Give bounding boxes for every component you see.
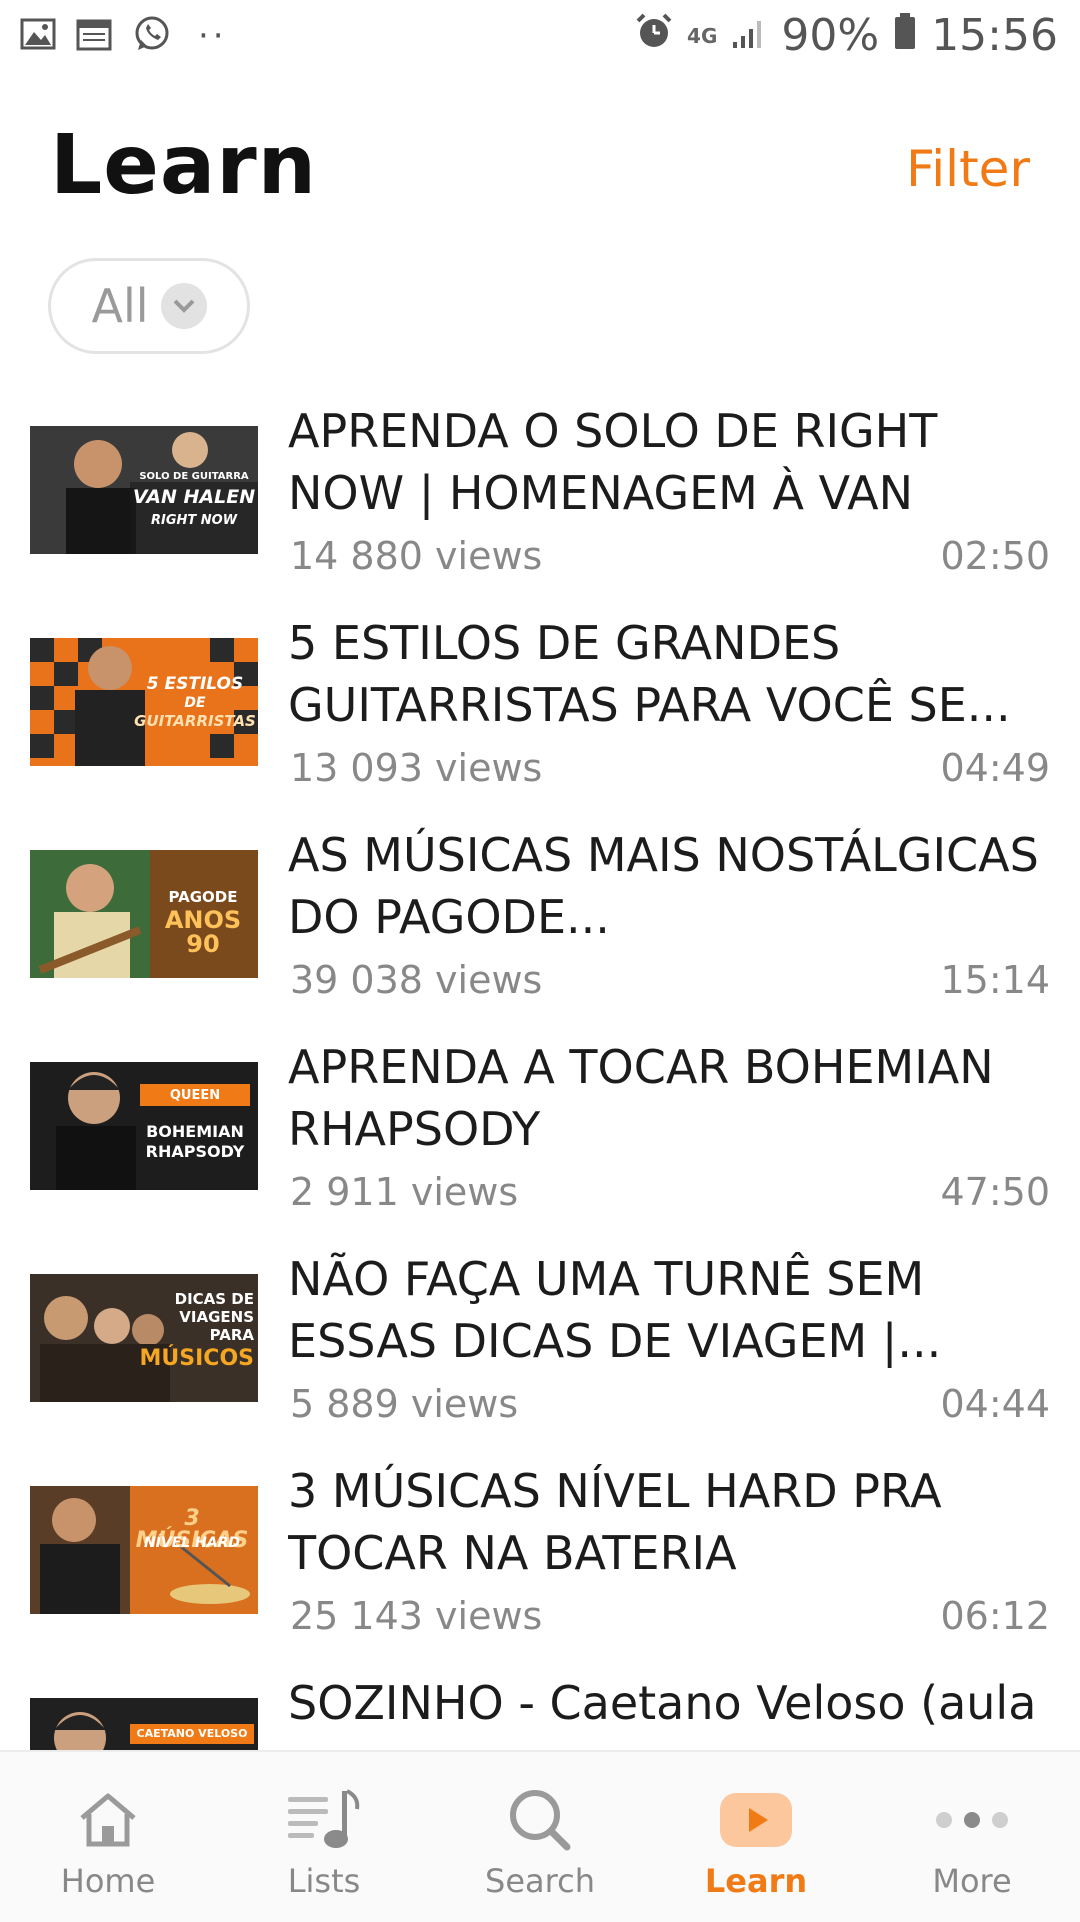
thumbnail-text: SOLO DE GUITARRA xyxy=(139,471,249,482)
nav-label: Learn xyxy=(704,1862,808,1900)
nav-label: Lists xyxy=(287,1862,361,1900)
status-bar-system: 4G 90% 15:56 xyxy=(635,10,1058,61)
thumbnail-text: DE xyxy=(184,695,206,711)
video-thumbnail: QUEEN BOHEMIAN RHAPSODY xyxy=(30,1062,258,1190)
search-icon xyxy=(432,1780,648,1860)
thumbnail-text: DICAS DE xyxy=(174,1290,254,1308)
video-list-item[interactable]: QUEEN BOHEMIAN RHAPSODY APRENDA A TOCAR … xyxy=(0,1036,1080,1248)
video-list-item[interactable]: 3 MÚSICAS NÍVEL HARD 3 MÚSICAS NÍVEL HAR… xyxy=(0,1460,1080,1672)
status-bar: ·· 4G 90% 15:56 xyxy=(0,0,1080,72)
video-thumbnail: CAETANO VELOSO xyxy=(30,1698,258,1750)
more-dots-icon xyxy=(864,1780,1080,1860)
video-title: NÃO FAÇA UMA TURNÊ SEM ESSAS DICAS DE VI… xyxy=(288,1252,942,1368)
video-thumbnail: SOLO DE GUITARRA VAN HALEN RIGHT NOW xyxy=(30,426,258,554)
play-icon xyxy=(648,1780,864,1860)
thumbnail-text: VAN HALEN xyxy=(132,486,256,508)
thumbnail-text: VIAGENS xyxy=(179,1308,254,1326)
video-list-item[interactable]: PAGODE ANOS 90 AS MÚSICAS MAIS NOSTÁLGIC… xyxy=(0,824,1080,1036)
video-views: 13 093 views xyxy=(290,746,543,790)
whatsapp-icon xyxy=(132,14,172,58)
chevron-down-icon xyxy=(160,283,207,329)
thumbnail-text: RIGHT NOW xyxy=(150,513,238,528)
thumbnail-text: BOHEMIAN xyxy=(146,1122,244,1141)
video-duration: 47:50 xyxy=(940,1170,1050,1214)
video-thumbnail: DICAS DE VIAGENS PARA MÚSICOS xyxy=(30,1274,258,1402)
thumbnail-text: MÚSICOS xyxy=(139,1346,254,1371)
filter-button[interactable]: Filter xyxy=(906,140,1030,198)
thumbnail-text: QUEEN xyxy=(169,1088,221,1103)
thumbnail-text: PARA xyxy=(209,1326,254,1344)
category-dropdown-label: All xyxy=(91,279,149,333)
thumbnail-text: PAGODE xyxy=(168,888,238,906)
video-duration: 04:44 xyxy=(940,1382,1050,1426)
video-views: 25 143 views xyxy=(290,1594,543,1638)
video-list[interactable]: SOLO DE GUITARRA VAN HALEN RIGHT NOW APR… xyxy=(0,400,1080,1750)
thumbnail-text: NÍVEL HARD xyxy=(143,1535,241,1551)
battery-percent: 90% xyxy=(781,10,880,61)
calendar-icon xyxy=(76,17,112,55)
category-dropdown[interactable]: All xyxy=(48,258,250,354)
video-title: AS MÚSICAS MAIS NOSTÁLGICAS DO PAGODE... xyxy=(288,828,1039,944)
nav-lists[interactable]: Lists xyxy=(216,1752,432,1922)
video-thumbnail: 3 MÚSICAS NÍVEL HARD xyxy=(30,1486,258,1614)
video-thumbnail: PAGODE ANOS 90 xyxy=(30,850,258,978)
video-title: 5 ESTILOS DE GRANDES GUITARRISTAS PARA V… xyxy=(288,616,1011,732)
battery-icon xyxy=(893,10,917,61)
video-list-item[interactable]: DICAS DE VIAGENS PARA MÚSICOS NÃO FAÇA U… xyxy=(0,1248,1080,1460)
more-notifications-icon: ·· xyxy=(198,16,228,56)
video-duration: 04:49 xyxy=(940,746,1050,790)
alarm-icon xyxy=(635,10,673,61)
network-type-icon: 4G xyxy=(687,23,718,48)
nav-more[interactable]: More xyxy=(864,1752,1080,1922)
music-list-icon xyxy=(216,1780,432,1860)
thumbnail-text: ANOS 90 xyxy=(164,906,242,958)
thumbnail-text: 5 ESTILOS xyxy=(146,674,244,694)
signal-icon xyxy=(731,10,767,61)
bottom-navigation: Home Lists Search Learn More xyxy=(0,1750,1080,1922)
video-thumbnail: 5 ESTILOS DE GUITARRISTAS xyxy=(30,638,258,766)
video-duration: 15:14 xyxy=(940,958,1050,1002)
gallery-icon xyxy=(20,18,56,54)
thumbnail-text: CAETANO VELOSO xyxy=(136,1727,248,1740)
nav-search[interactable]: Search xyxy=(432,1752,648,1922)
video-list-item[interactable]: 5 ESTILOS DE GUITARRISTAS 5 ESTILOS DE G… xyxy=(0,612,1080,824)
page-header: Learn Filter xyxy=(50,118,1030,218)
video-duration: 06:12 xyxy=(940,1594,1050,1638)
video-views: 5 889 views xyxy=(290,1382,519,1426)
nav-home[interactable]: Home xyxy=(0,1752,216,1922)
thumbnail-text: GUITARRISTAS xyxy=(134,712,256,730)
video-title: SOZINHO - Caetano Veloso (aula xyxy=(288,1676,1037,1730)
nav-label: Home xyxy=(60,1862,156,1900)
home-icon xyxy=(0,1780,216,1860)
video-title: APRENDA O SOLO DE RIGHT NOW | HOMENAGEM … xyxy=(288,404,938,520)
video-views: 14 880 views xyxy=(290,534,543,578)
page-title: Learn xyxy=(50,118,318,213)
video-title: 3 MÚSICAS NÍVEL HARD PRA TOCAR NA BATERI… xyxy=(288,1464,942,1580)
video-views: 2 911 views xyxy=(290,1170,519,1214)
video-views: 39 038 views xyxy=(290,958,543,1002)
video-title: APRENDA A TOCAR BOHEMIAN RHAPSODY xyxy=(288,1040,994,1156)
nav-label: More xyxy=(932,1862,1012,1900)
thumbnail-text: RHAPSODY xyxy=(145,1142,245,1161)
nav-learn[interactable]: Learn xyxy=(648,1752,864,1922)
video-list-item[interactable]: CAETANO VELOSO SOZINHO - Caetano Veloso … xyxy=(0,1672,1080,1750)
clock: 15:56 xyxy=(931,10,1058,61)
nav-label: Search xyxy=(485,1862,595,1900)
video-duration: 02:50 xyxy=(940,534,1050,578)
status-bar-notifications: ·· xyxy=(20,14,228,58)
video-list-item[interactable]: SOLO DE GUITARRA VAN HALEN RIGHT NOW APR… xyxy=(0,400,1080,612)
